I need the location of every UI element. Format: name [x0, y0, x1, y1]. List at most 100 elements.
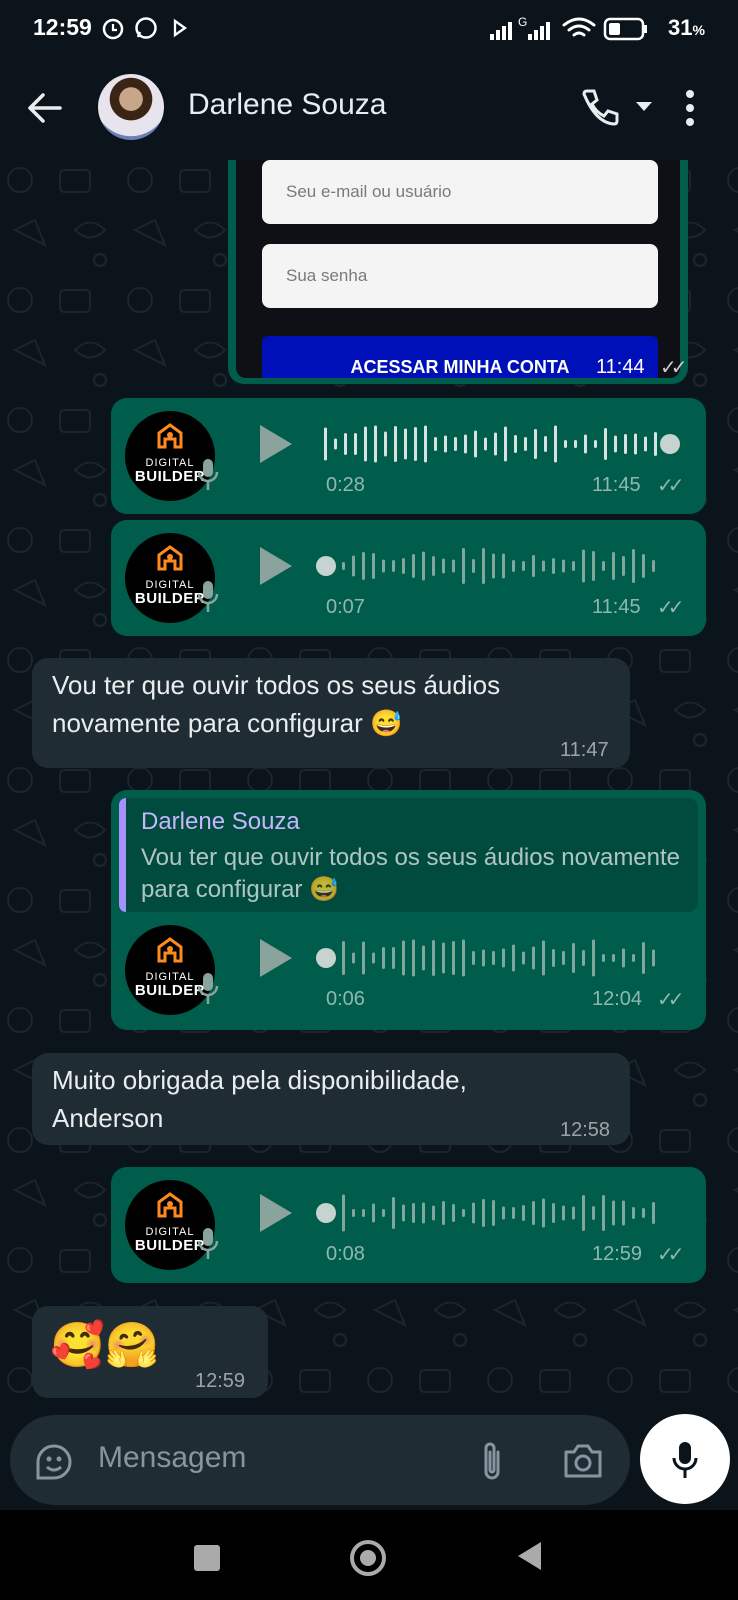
waveform-bar: [592, 551, 595, 581]
waveform-bar: [654, 432, 657, 456]
waveform-bar: [432, 1205, 435, 1221]
waveform-bar: [382, 1209, 385, 1217]
waveform-bar: [492, 951, 495, 965]
waveform-bar: [394, 426, 397, 462]
audio-seek-handle: [660, 434, 680, 454]
waveform-bar: [472, 559, 475, 573]
dropdown-icon[interactable]: [634, 100, 654, 114]
message-time: 12:59: [592, 1243, 643, 1265]
image-email-field: Seu e-mail ou usuário: [262, 160, 658, 224]
play-icon[interactable]: [256, 544, 296, 588]
back-arrow-icon[interactable]: [24, 88, 68, 128]
message-time: 11:47: [560, 739, 609, 761]
audio-waveform[interactable]: [316, 544, 686, 588]
message-time: 12:04: [592, 988, 643, 1010]
waveform-bar: [402, 1204, 405, 1222]
waveform-bar: [372, 553, 375, 579]
waveform-bar: [352, 952, 355, 964]
waveform-bar: [544, 436, 547, 452]
waveform-bar: [502, 948, 505, 968]
waveform-bar: [464, 434, 467, 454]
waveform-bar: [542, 940, 545, 976]
waveform-bar: [522, 1205, 525, 1221]
image-password-field: Sua senha: [262, 244, 658, 308]
waveform-bar: [432, 556, 435, 576]
waveform-bar: [532, 555, 535, 577]
whatsapp-status-icon: [135, 17, 157, 39]
waveform-bar: [612, 552, 615, 580]
play-icon[interactable]: [256, 422, 296, 466]
waveform-bar: [492, 553, 495, 579]
contact-avatar[interactable]: [98, 74, 164, 140]
waveform-bar: [652, 560, 655, 572]
message-text: 🥰🤗: [50, 1321, 160, 1370]
waveform-bar: [562, 559, 565, 573]
message-input[interactable]: Mensagem: [98, 1441, 246, 1475]
more-vert-icon[interactable]: [684, 88, 696, 128]
digital-builder-logo-icon: [157, 423, 183, 449]
message-text: Muito obrigada pela disponibilidade, And…: [52, 1065, 467, 1133]
waveform-bar: [362, 941, 365, 975]
waveform-bar: [542, 1198, 545, 1228]
waveform-bar: [414, 427, 417, 461]
battery-percent: 31%: [668, 15, 705, 40]
wifi-icon: [562, 17, 596, 37]
waveform-bar: [552, 949, 555, 967]
waveform-bar: [582, 1195, 585, 1231]
waveform-bar: [412, 939, 415, 977]
waveform-bar: [504, 426, 507, 462]
waveform-bar: [634, 433, 637, 455]
waveform-bar: [622, 556, 625, 576]
waveform-bar: [462, 1209, 465, 1217]
waveform-bar: [344, 433, 347, 455]
circle-nav-icon[interactable]: [350, 1540, 386, 1576]
waveform-bar: [482, 1199, 485, 1227]
triangle-nav-icon[interactable]: [516, 1540, 544, 1572]
message-time: 12:58: [560, 1119, 611, 1141]
audio-waveform[interactable]: [316, 1191, 686, 1235]
phone-icon[interactable]: [578, 86, 620, 128]
waveform-bar: [424, 425, 427, 463]
square-nav-icon[interactable]: [194, 1545, 220, 1571]
mic-icon: [197, 1228, 219, 1259]
waveform-bar: [392, 947, 395, 969]
waveform-bar: [532, 1201, 535, 1225]
waveform-bar: [652, 1202, 655, 1224]
status-system-icons: G: [490, 15, 647, 41]
contact-name[interactable]: Darlene Souza: [188, 88, 386, 122]
waveform-bar: [342, 562, 345, 570]
camera-icon[interactable]: [562, 1442, 604, 1480]
status-time: 12:59: [33, 14, 92, 40]
waveform-bar: [562, 951, 565, 965]
waveform-bar: [512, 1207, 515, 1219]
digital-builder-logo-icon: [157, 545, 183, 571]
waveform-bar: [524, 437, 527, 451]
waveform-bar: [454, 437, 457, 451]
message-time: 11:45: [592, 596, 641, 618]
waveform-bar: [604, 428, 607, 460]
waveform-bar: [442, 1201, 445, 1225]
waveform-bar: [422, 551, 425, 581]
waveform-bar: [534, 429, 537, 459]
signal-icon-2: [528, 22, 550, 40]
waveform-bar: [602, 1195, 605, 1231]
login-screenshot-image[interactable]: Seu e-mail ou usuário Sua senha ACESSAR …: [236, 160, 680, 378]
attach-icon[interactable]: [478, 1440, 506, 1484]
waveform-bar: [452, 559, 455, 573]
waveform-bar: [592, 1206, 595, 1220]
double-check-icon: ✓✓: [657, 475, 684, 497]
audio-waveform[interactable]: [316, 936, 686, 980]
waveform-bar: [584, 434, 587, 454]
waveform-bar: [462, 548, 465, 584]
waveform-bar: [532, 946, 535, 970]
sticker-icon[interactable]: [34, 1442, 74, 1482]
play-icon[interactable]: [256, 936, 296, 980]
waveform-bar: [412, 554, 415, 578]
waveform-bar: [442, 558, 445, 574]
play-icon[interactable]: [256, 1191, 296, 1235]
waveform-bar: [594, 440, 597, 448]
waveform-bar: [472, 1202, 475, 1224]
audio-waveform[interactable]: [316, 422, 686, 466]
waveform-bar: [502, 553, 505, 579]
waveform-bar: [624, 434, 627, 454]
